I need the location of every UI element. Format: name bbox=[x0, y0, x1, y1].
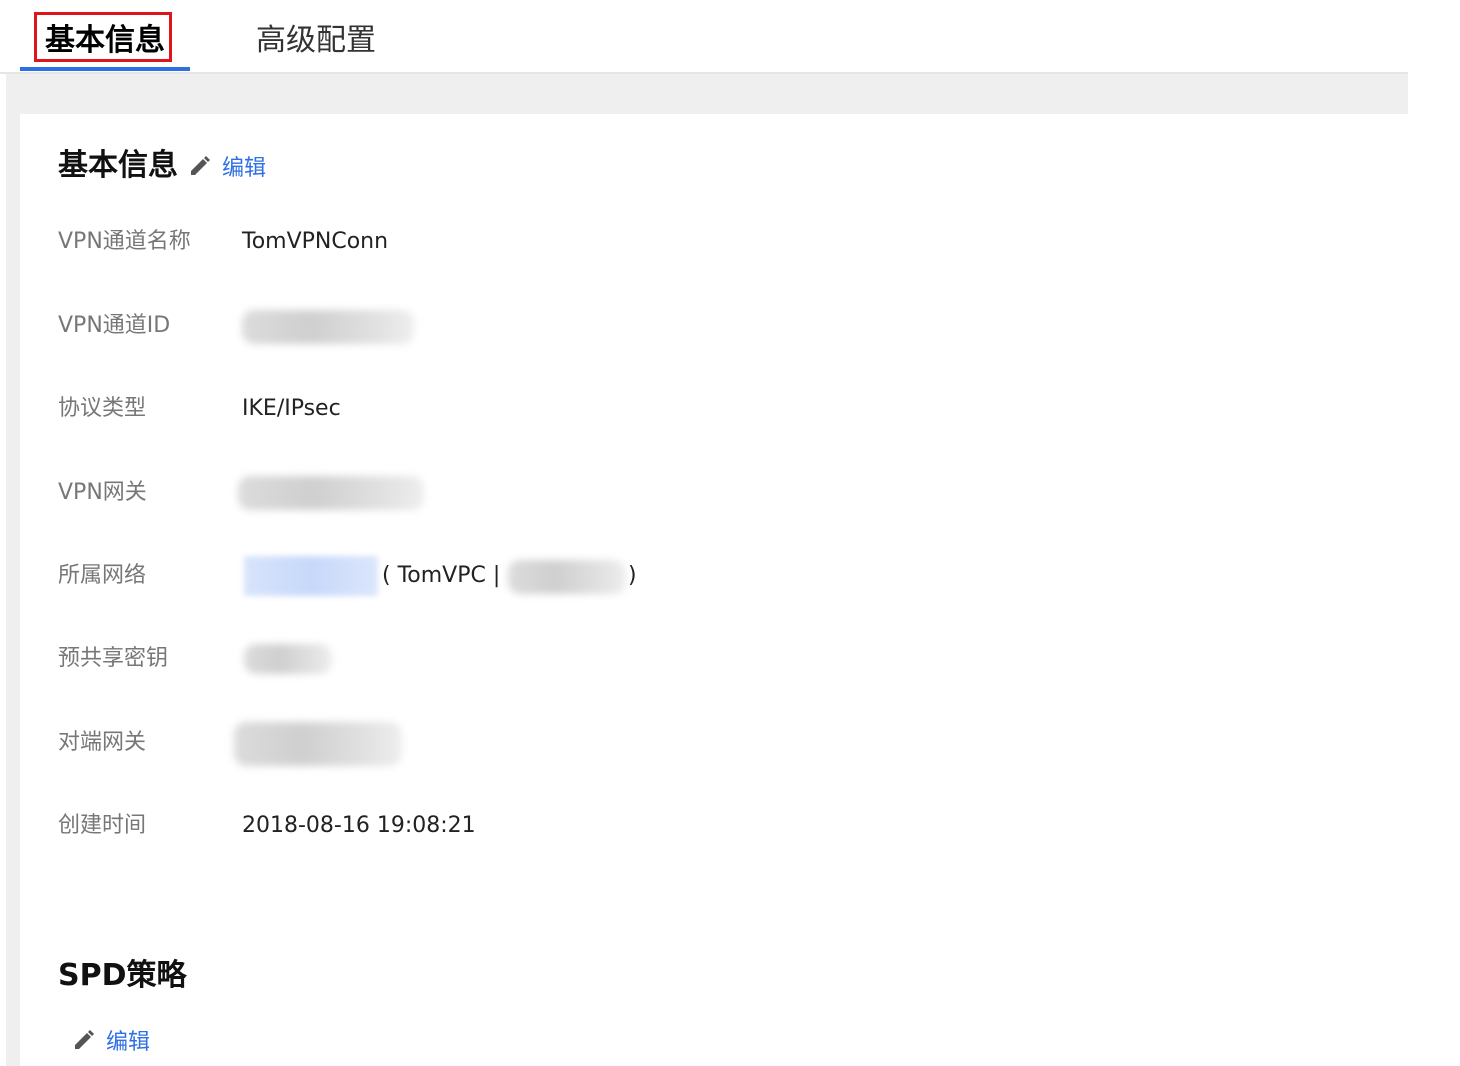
psk-redacted bbox=[244, 644, 332, 674]
created-time-label: 创建时间 bbox=[58, 813, 147, 838]
vpn-gateway-label: VPN网关 bbox=[58, 480, 147, 505]
vpn-id-redacted bbox=[242, 310, 414, 344]
basic-info-title: 基本信息 bbox=[58, 148, 178, 183]
peer-gateway-label: 对端网关 bbox=[58, 730, 147, 755]
tab-bar: 基本信息 高级配置 bbox=[0, 0, 1408, 74]
network-id-link-redacted[interactable] bbox=[244, 556, 378, 596]
active-tab-indicator bbox=[20, 67, 190, 71]
psk-label: 预共享密钥 bbox=[58, 646, 169, 671]
vpn-name-label: VPN通道名称 bbox=[58, 229, 191, 254]
basic-info-edit-label: 编辑 bbox=[222, 156, 267, 181]
tab-advanced-config[interactable]: 高级配置 bbox=[256, 14, 386, 68]
basic-info-edit-button[interactable]: 编辑 bbox=[188, 150, 266, 182]
vpn-name-value: TomVPNConn bbox=[242, 229, 389, 254]
network-vpc-close: ) bbox=[628, 563, 637, 588]
protocol-label: 协议类型 bbox=[58, 396, 147, 421]
protocol-value: IKE/IPsec bbox=[242, 396, 341, 421]
spd-policy-edit-label: 编辑 bbox=[106, 1030, 151, 1055]
vpn-id-label: VPN通道ID bbox=[58, 313, 171, 338]
tab-highlight-box bbox=[34, 12, 172, 62]
vpn-gateway-redacted bbox=[238, 476, 424, 510]
header-band bbox=[6, 74, 1408, 114]
network-vpc-name: ( TomVPC | bbox=[382, 563, 501, 588]
pencil-icon bbox=[75, 1030, 94, 1049]
spd-policy-title: SPD策略 bbox=[58, 958, 187, 993]
content-left-border bbox=[6, 114, 20, 1066]
pencil-icon bbox=[191, 156, 210, 175]
network-label: 所属网络 bbox=[58, 563, 147, 588]
peer-gateway-redacted bbox=[234, 722, 402, 766]
created-time-value: 2018-08-16 19:08:21 bbox=[242, 813, 476, 838]
network-cidr-redacted bbox=[508, 560, 626, 594]
spd-policy-edit-button[interactable]: 编辑 bbox=[72, 1024, 150, 1056]
